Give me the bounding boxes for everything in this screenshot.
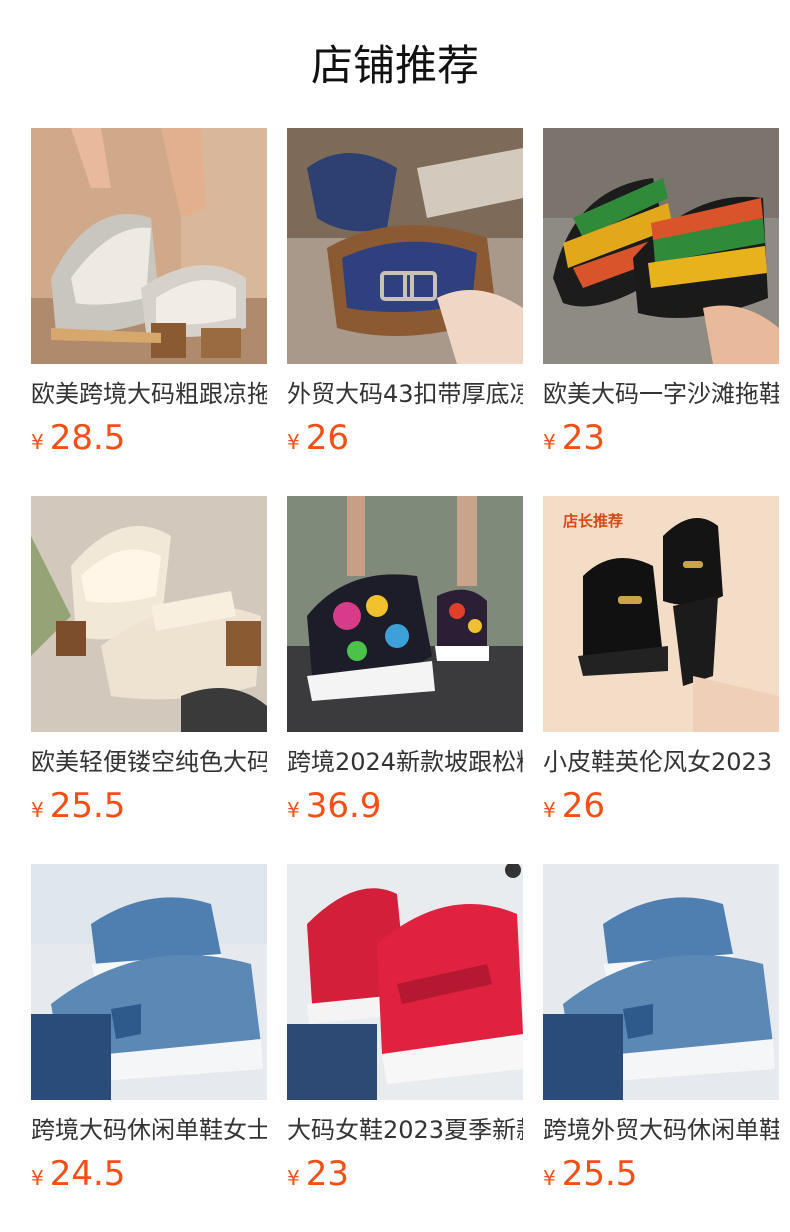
product-image-blue-sandal[interactable] [287,128,523,364]
product-price: ¥26 [287,418,523,464]
product-price: ¥26 [543,786,779,832]
currency-symbol: ¥ [543,1166,556,1190]
product-image-paisley-sneaker[interactable] [287,496,523,732]
currency-symbol: ¥ [287,798,300,822]
price-value: 23 [305,1154,349,1194]
currency-symbol: ¥ [287,1166,300,1190]
price-value: 28.5 [49,418,126,458]
price-value: 26 [561,786,605,826]
product-card[interactable]: 欧美轻便镂空纯色大码 ¥25.5 [31,496,267,832]
product-price: ¥25.5 [31,786,267,832]
product-price: ¥23 [543,418,779,464]
product-image-denim-shoe[interactable] [31,864,267,1100]
product-name[interactable]: 欧美大码一字沙滩拖鞋 [543,378,779,410]
currency-symbol: ¥ [31,1166,44,1190]
product-name[interactable]: 跨境外贸大码休闲单鞋 [543,1114,779,1146]
product-name[interactable]: 欧美跨境大码粗跟凉拖 [31,378,267,410]
price-value: 26 [305,418,349,458]
product-card[interactable]: 大码女鞋2023夏季新款 ¥23 [287,864,523,1200]
price-value: 36.9 [305,786,382,826]
product-name[interactable]: 跨境大码休闲单鞋女士 [31,1114,267,1146]
product-card[interactable]: 跨境大码休闲单鞋女士 ¥24.5 [31,864,267,1200]
currency-symbol: ¥ [31,430,44,454]
product-price: ¥25.5 [543,1154,779,1200]
product-card[interactable]: 跨境2024新款坡跟松糕鞋 ¥36.9 [287,496,523,832]
product-image-denim-shoe[interactable] [543,864,779,1100]
product-card[interactable]: 跨境外贸大码休闲单鞋 ¥25.5 [543,864,779,1200]
product-name[interactable]: 欧美轻便镂空纯色大码 [31,746,267,778]
price-value: 23 [561,418,605,458]
product-price: ¥28.5 [31,418,267,464]
price-value: 25.5 [49,786,126,826]
product-name[interactable]: 小皮鞋英伦风女2023 [543,746,779,778]
product-name[interactable]: 大码女鞋2023夏季新款 [287,1114,523,1146]
product-image-colorful-slipper[interactable] [543,128,779,364]
product-image-red-shoe[interactable] [287,864,523,1100]
currency-symbol: ¥ [287,430,300,454]
currency-symbol: ¥ [543,430,556,454]
product-card[interactable]: 店长推荐 小皮鞋英伦风女2023 ¥26 [543,496,779,832]
product-image-black-loafer[interactable]: 店长推荐 [543,496,779,732]
currency-symbol: ¥ [543,798,556,822]
product-price: ¥23 [287,1154,523,1200]
product-name[interactable]: 外贸大码43扣带厚底凉鞋 [287,378,523,410]
promo-badge: 店长推荐 [563,512,624,530]
product-price: ¥36.9 [287,786,523,832]
product-card[interactable]: 外贸大码43扣带厚底凉鞋 ¥26 [287,128,523,464]
product-card[interactable]: 欧美跨境大码粗跟凉拖 ¥28.5 [31,128,267,464]
price-value: 25.5 [561,1154,638,1194]
product-grid: 欧美跨境大码粗跟凉拖 ¥28.5 外贸大码43扣带厚底凉鞋 ¥26 [0,0,790,1232]
currency-symbol: ¥ [31,798,44,822]
product-image-cream-sandal[interactable] [31,496,267,732]
product-card[interactable]: 欧美大码一字沙滩拖鞋 ¥23 [543,128,779,464]
price-value: 24.5 [49,1154,126,1194]
product-name[interactable]: 跨境2024新款坡跟松糕鞋 [287,746,523,778]
product-image-silver-sandal[interactable] [31,128,267,364]
product-price: ¥24.5 [31,1154,267,1200]
